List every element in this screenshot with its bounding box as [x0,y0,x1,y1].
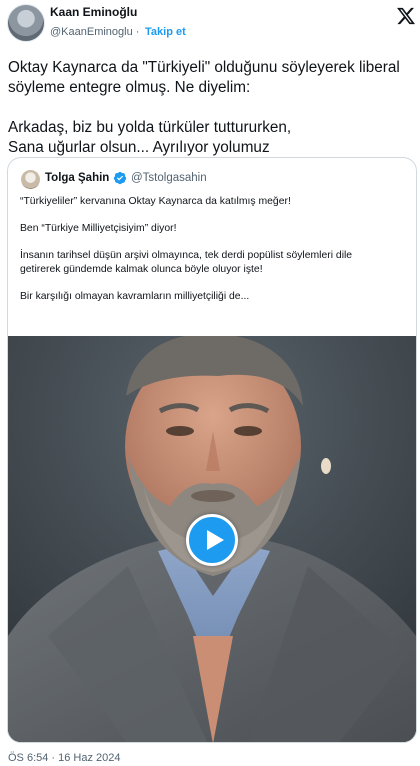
play-button[interactable] [186,514,238,566]
quoted-author-avatar[interactable] [21,170,40,189]
quote-line: İnsanın tarihsel düşün arşivi olmayınca,… [20,250,353,261]
tweet-line: Sana uğurlar olsun... Ayrılıyor yolumuz [8,139,270,156]
tweet-text: Oktay Kaynarca da "Türkiyeli" olduğunu s… [8,58,412,158]
author-avatar[interactable] [7,4,45,42]
play-icon [207,530,224,550]
tweet-timestamp[interactable]: ÖS 6:54 · 16 Haz 2024 [8,752,121,764]
author-handle[interactable]: @KaanEminoglu · [50,26,139,38]
quoted-author-handle[interactable]: @Tstolgasahin [131,172,207,184]
quoted-tweet-text: “Türkiyeliler” kervanına Oktay Kaynarca … [20,195,408,303]
follow-button[interactable]: Takip et [145,26,186,38]
video-thumbnail[interactable] [8,336,416,742]
author-handle-text[interactable]: @KaanEminoglu [50,26,133,38]
tweet-line: Arkadaş, biz bu yolda türküler tuttururk… [8,119,292,136]
quoted-tweet[interactable]: Tolga Şahin @Tstolgasahin “Türkiyeliler”… [7,157,417,743]
x-logo-icon[interactable] [396,6,416,26]
handle-separator: · [135,26,140,38]
quoted-author-name[interactable]: Tolga Şahin [45,172,109,184]
quote-line: getirerek gündemde kalmak olunca böyle o… [20,263,263,275]
quote-line: Bir karşılığı olmayan kavramların milliy… [20,290,250,302]
quote-line: Ben “Türkiye Milliyetçisiyim” diyor! [20,223,177,234]
verified-badge-icon [113,171,127,185]
tweet-line: söyleme entegre olmuş. Ne diyelim: [8,79,251,96]
quote-line: “Türkiyeliler” kervanına Oktay Kaynarca … [20,196,291,207]
author-name[interactable]: Kaan Eminoğlu [50,5,137,19]
tweet-header: Kaan Eminoğlu @KaanEminoglu · Takip et [0,0,420,50]
tweet-line: Oktay Kaynarca da "Türkiyeli" olduğunu s… [8,59,400,76]
